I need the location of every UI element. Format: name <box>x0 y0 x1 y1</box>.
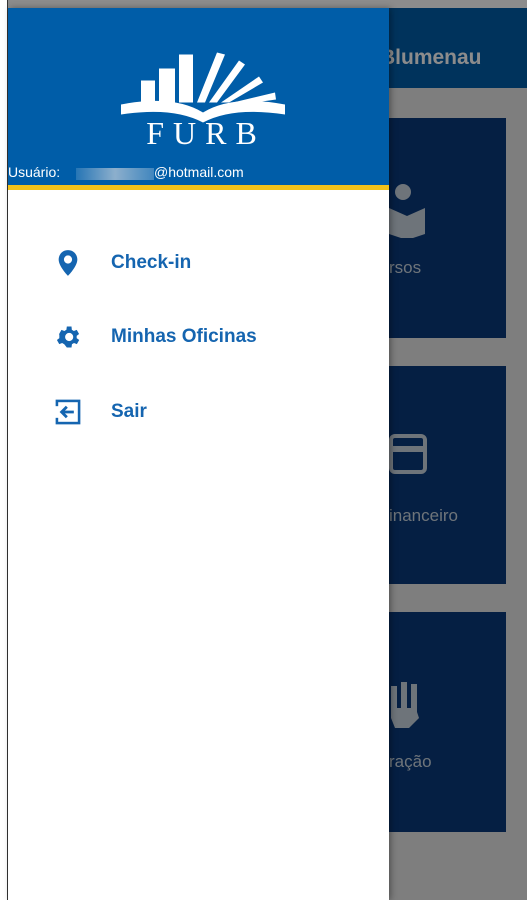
logo-text: FURB <box>146 115 266 151</box>
menu-item-label: Check-in <box>111 252 192 273</box>
menu-item-label: Minhas Oficinas <box>111 326 257 347</box>
header-accent-stripe <box>8 185 389 190</box>
gear-icon <box>56 326 80 348</box>
menu-item-check-in[interactable]: Check-in <box>8 233 389 293</box>
exit-icon <box>54 399 81 425</box>
user-email-domain: @hotmail.com <box>154 164 244 180</box>
menu-item-label: Sair <box>111 401 147 422</box>
drawer-header: FURB Usuário: @hotmail.com <box>8 8 389 185</box>
menu-item-minhas-oficinas[interactable]: Minhas Oficinas <box>8 307 389 367</box>
menu-item-sair[interactable]: Sair <box>8 382 389 442</box>
navigation-drawer: FURB Usuário: @hotmail.com Check-in Minh… <box>8 8 389 900</box>
user-label: Usuário: <box>8 164 61 180</box>
user-email-redacted <box>76 168 154 180</box>
location-pin-icon <box>58 250 78 276</box>
